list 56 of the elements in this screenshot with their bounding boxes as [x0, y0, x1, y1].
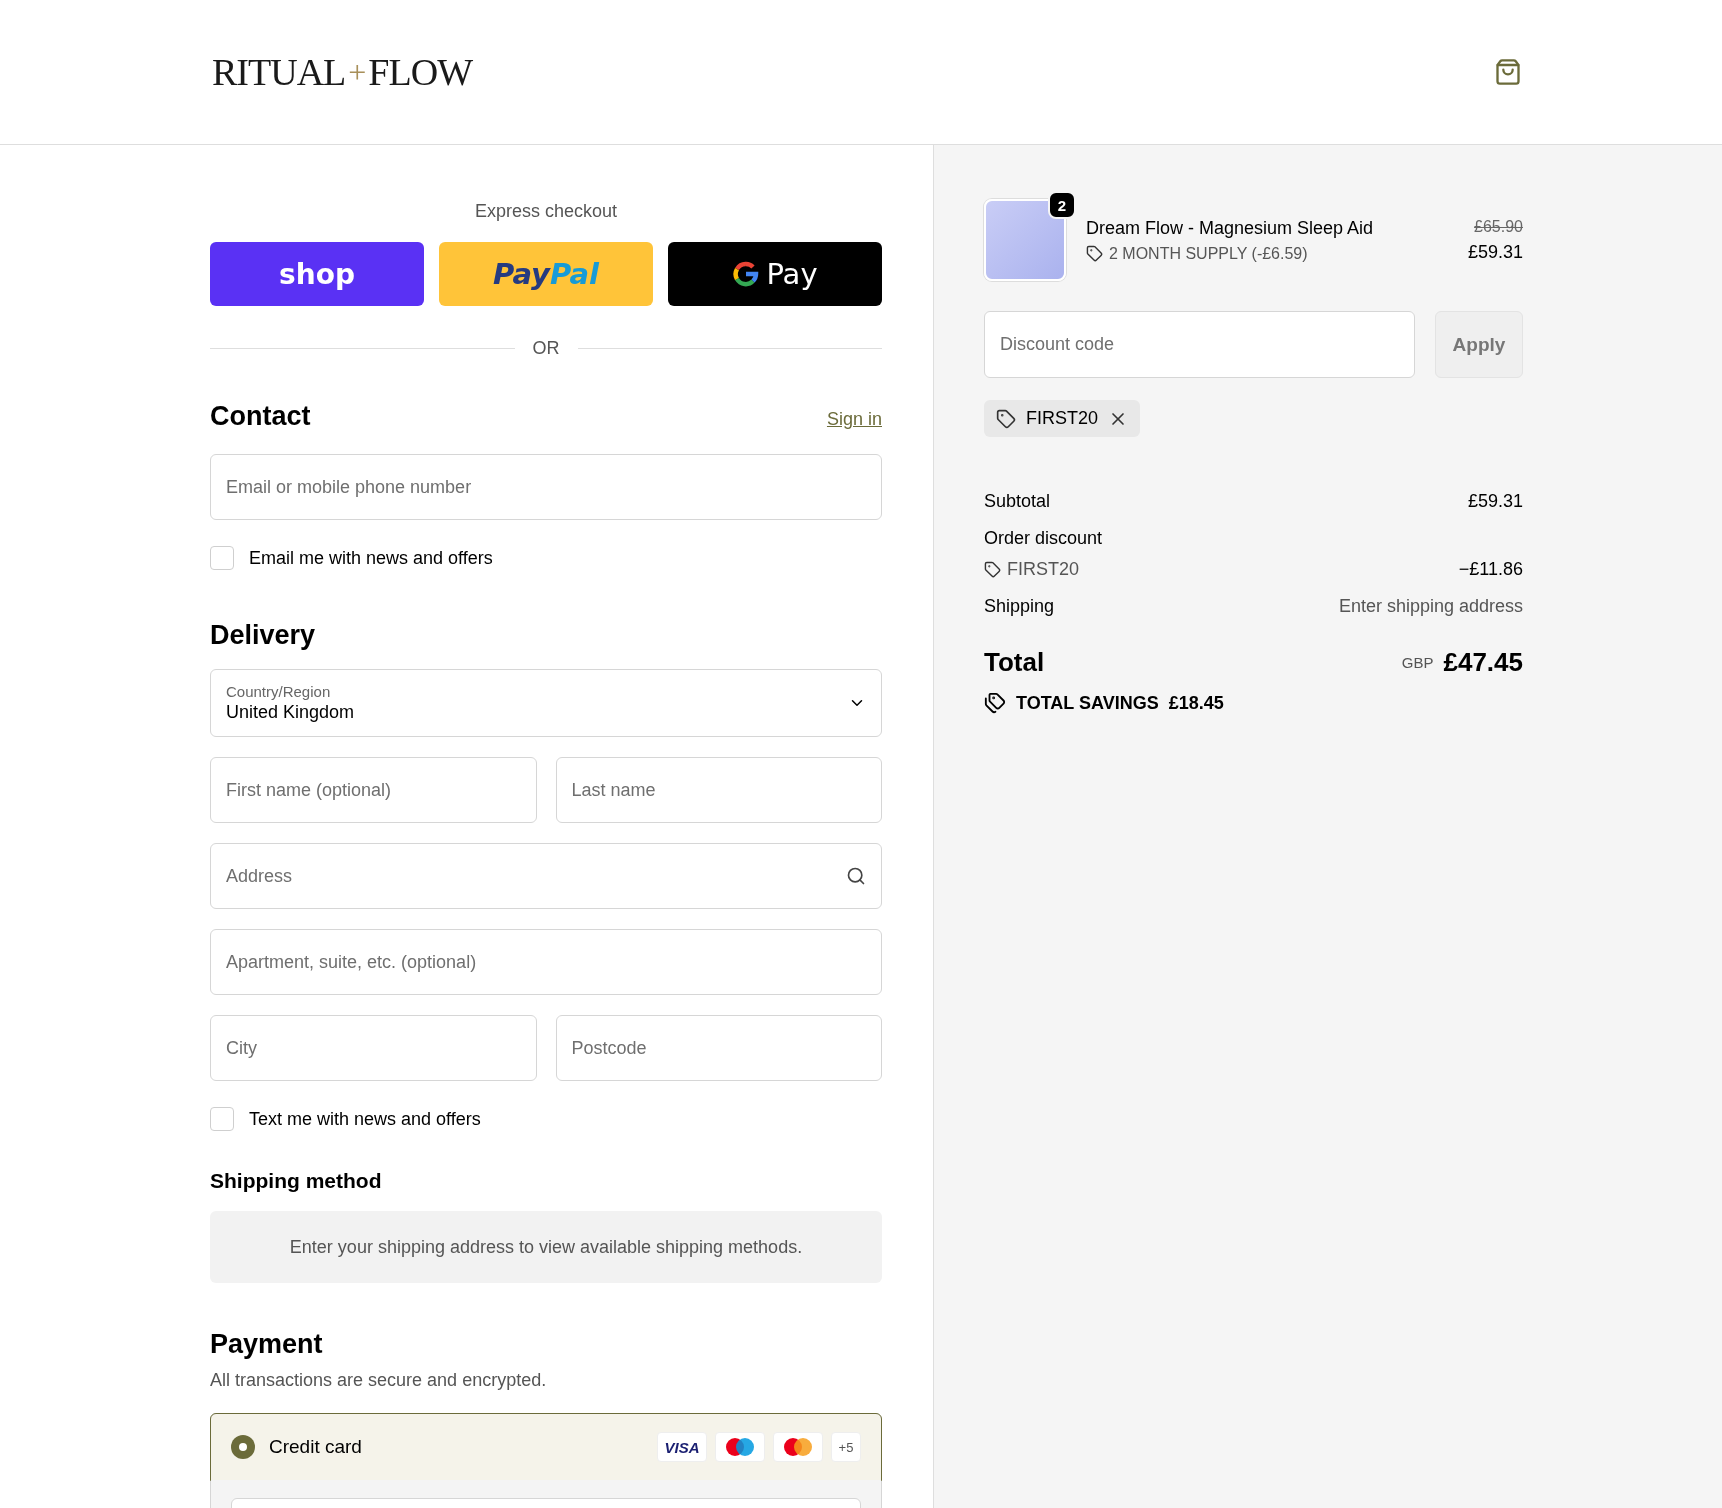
security-note: All transactions are secure and encrypted.	[210, 1370, 548, 1391]
summary-label: Subtotal	[984, 491, 1051, 512]
total-label: Total	[984, 647, 1045, 678]
visa-logo: VISA	[657, 1432, 707, 1462]
summary-label: Shipping	[984, 596, 1055, 617]
payment-option[interactable]: Credit card VISA +5	[210, 1413, 882, 1481]
savings-value: £18.45	[1168, 692, 1224, 714]
input-field[interactable]: Address	[210, 843, 882, 909]
total-value: £47.45	[1443, 647, 1523, 678]
input-field[interactable]: First name (optional)	[210, 757, 537, 823]
search-icon	[846, 866, 866, 886]
original-price: £65.90	[1474, 217, 1523, 236]
or-divider-text: OR	[532, 338, 560, 359]
input-field[interactable]: Last name	[555, 757, 882, 823]
input-field[interactable]: Email or mobile phone number	[210, 454, 882, 520]
discount-tag: FIRST20	[984, 400, 1141, 437]
section-heading: Contact	[210, 401, 311, 432]
overlapping-circles-icon	[782, 1437, 814, 1457]
sign-in-link[interactable]: Sign in	[826, 409, 882, 430]
tags-icon	[984, 692, 1006, 714]
summary-value: −£11.86	[1458, 559, 1523, 580]
checkbox[interactable]	[210, 546, 234, 570]
shipping-notice: Enter your shipping address to view available shipping methods.	[210, 1211, 882, 1283]
radio-button[interactable]	[231, 1435, 255, 1459]
section-heading: Payment	[210, 1329, 324, 1360]
tag-icon	[984, 561, 1001, 578]
more-cards-count: +5	[831, 1432, 861, 1462]
input-field[interactable]: Apartment, suite, etc. (optional)	[210, 929, 882, 995]
summary-value: Enter shipping address	[1338, 596, 1523, 617]
discount-code-label: FIRST20	[1007, 559, 1080, 580]
checkbox-label: Text me with news and offers	[249, 1108, 481, 1130]
google-g-icon	[732, 260, 761, 288]
shop-pay-button[interactable]: shop	[210, 242, 424, 306]
paypal-button[interactable]: PayPal	[439, 242, 653, 306]
shopping-bag-icon[interactable]	[1494, 58, 1522, 86]
country-select[interactable]: Country/Region United Kingdom	[210, 669, 882, 737]
checkbox-label: Email me with news and offers	[249, 547, 493, 569]
overlapping-circles-icon	[724, 1437, 756, 1457]
savings-label: TOTAL SAVINGS	[1016, 692, 1159, 714]
google-pay-button[interactable]: Pay	[668, 242, 882, 306]
summary-label: Order discount	[984, 528, 1103, 549]
quantity-badge: 2	[1048, 191, 1076, 219]
product-name: Dream Flow - Magnesium Sleep Aid	[1086, 217, 1375, 239]
currency-code: GBP	[1401, 654, 1434, 671]
input-field[interactable]: Postcode	[555, 1015, 882, 1081]
store-logo: RITUAL+FLOW	[212, 50, 472, 94]
summary-value: £59.31	[1467, 491, 1523, 512]
express-checkout-title: Express checkout	[473, 201, 619, 222]
section-heading: Shipping method	[210, 1169, 383, 1193]
product-price: £59.31	[1467, 241, 1523, 263]
variant-label: 2 MONTH SUPPLY (-£6.59)	[1109, 244, 1308, 263]
tag-icon	[1086, 245, 1103, 262]
tag-icon	[996, 408, 1016, 429]
checkbox[interactable]	[210, 1107, 234, 1131]
input-field[interactable]: City	[210, 1015, 537, 1081]
section-heading: Delivery	[210, 620, 317, 651]
